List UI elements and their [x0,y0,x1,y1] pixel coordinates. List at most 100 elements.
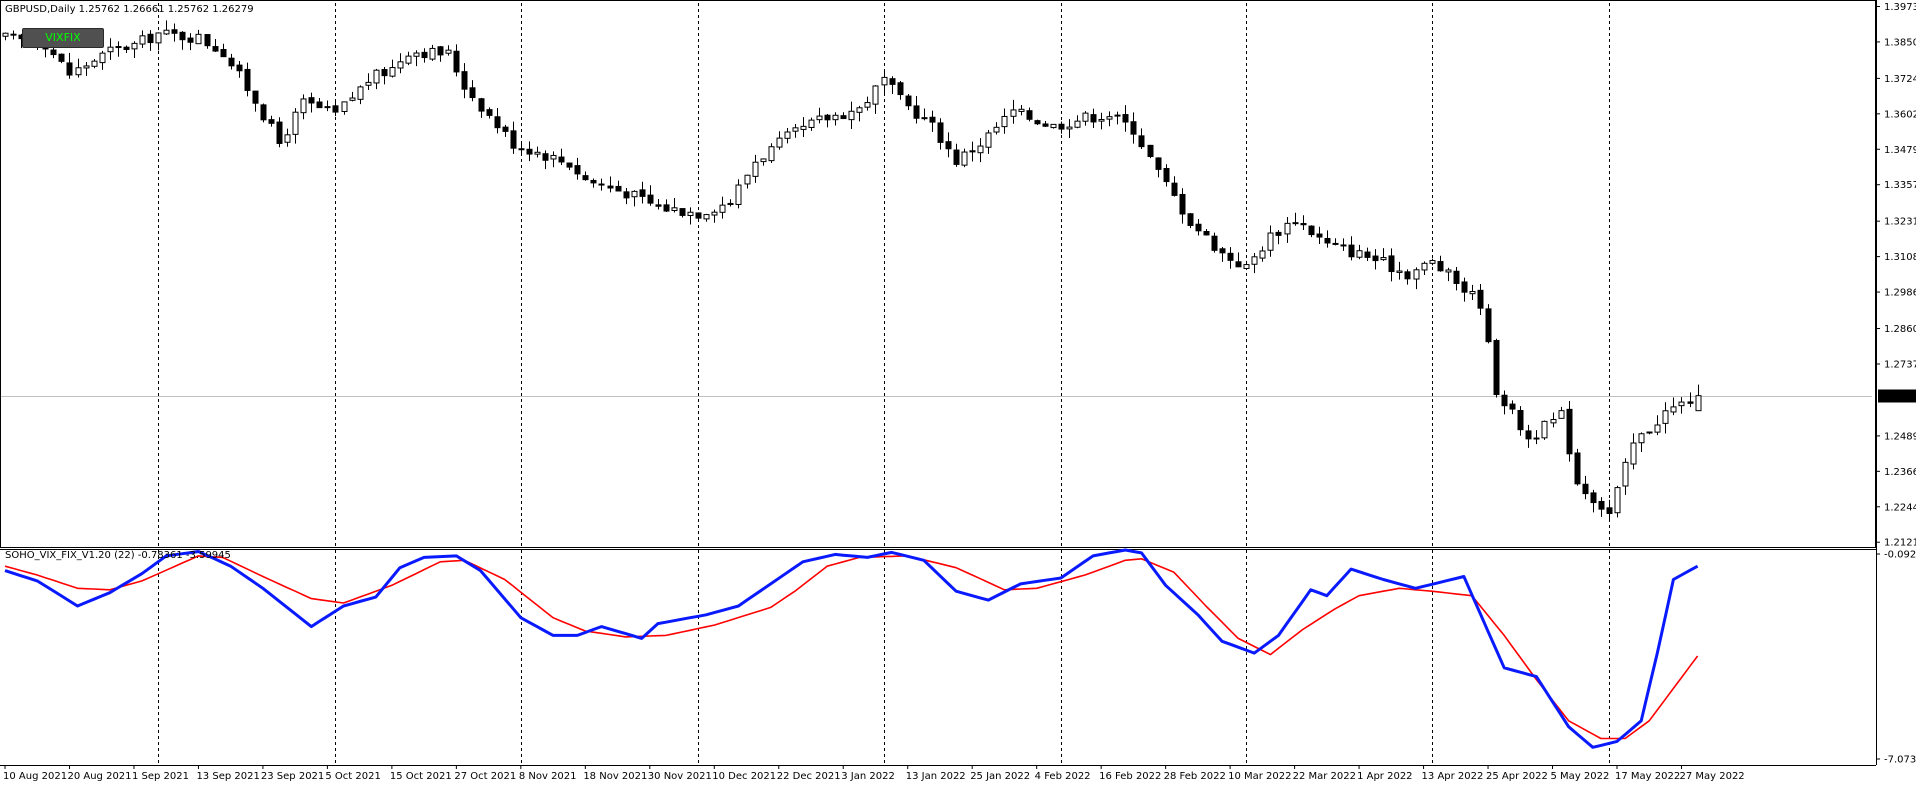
candle-body-95 [768,146,775,162]
candle-body-8 [66,62,73,76]
candle-body-117 [945,141,952,150]
price-tick-label-8: 1.29860 [1884,288,1916,299]
candle-body-208 [1678,401,1685,407]
time-tick-label-11: 10 Dec 2021 [712,771,776,782]
candle-body-65 [526,148,533,155]
candle-body-21 [171,29,178,34]
candle-body-205 [1654,424,1661,433]
candle-body-29 [236,64,243,72]
time-tick-label-5: 5 Oct 2021 [325,771,380,782]
candle-body-153 [1235,261,1242,268]
candle-body-41 [332,105,339,113]
candle-body-209 [1687,401,1694,404]
candle-body-39 [316,101,323,109]
candle-body-171 [1380,257,1387,261]
candle-body-36 [292,111,299,135]
time-tick-label-24: 5 May 2022 [1551,771,1610,782]
candle-body-68 [550,154,557,160]
candle-body-0 [2,32,9,37]
candle-body-6 [50,49,57,56]
candle-body-97 [784,131,791,139]
candle-142 [1147,144,1154,159]
candle-body-56 [453,50,460,73]
ind-tick-label-0: -0.09237 [1884,550,1916,561]
indicator-header-text: SOHO_VIX_FIX_V1.20 (22) -0.78361 -3.5994… [5,550,231,561]
price-tick-label-9: 1.28600 [1884,324,1916,335]
candle-body-174 [1404,271,1411,280]
candle-body-185 [1493,340,1500,395]
candle-body-77 [623,191,630,199]
candle-body-64 [518,148,525,151]
candle-body-60 [486,109,493,116]
candle-body-120 [969,150,976,153]
vixfix-button[interactable]: VIXFIX [22,28,104,48]
candle-body-132 [1066,126,1073,130]
price-tick-label-11: 1.24890 [1884,431,1916,442]
candle-body-191 [1541,420,1548,439]
candle-body-133 [1074,120,1081,128]
candle-body-141 [1138,135,1145,148]
candle-body-161 [1300,223,1307,226]
candle-body-59 [478,98,485,112]
price-tick-label-1: 1.38505 [1884,37,1916,48]
candle-body-193 [1558,410,1565,419]
candle-body-105 [848,110,855,121]
candle-body-12 [99,52,106,64]
time-tick-label-19: 10 Mar 2022 [1228,771,1291,782]
candle-body-10 [83,65,90,69]
candle-body-9 [75,67,82,76]
candle-body-187 [1509,403,1516,410]
candle-body-85 [687,211,694,216]
candle-body-66 [534,151,541,155]
candle-body-109 [881,76,888,86]
candle-body-99 [800,125,807,130]
candle-body-183 [1477,289,1484,309]
candle-body-98 [792,127,799,132]
candle-body-50 [405,55,412,64]
candle-body-146 [1179,193,1186,215]
candle-body-147 [1187,213,1194,226]
price-tick-label-2: 1.37245 [1884,74,1916,85]
candle-body-168 [1356,250,1363,258]
candle-body-84 [679,208,686,216]
candle-body-15 [123,46,130,51]
time-tick-label-16: 4 Feb 2022 [1035,771,1091,782]
candle-body-102 [824,114,831,121]
price-tick-label-3: 1.36020 [1884,109,1916,120]
candle-body-210 [1695,395,1702,412]
candle-body-160 [1292,222,1299,225]
candle-body-37 [300,98,307,114]
candle-body-35 [284,134,291,143]
candle-body-123 [993,126,1000,133]
candle-191 [1541,420,1548,440]
candle-194 [1566,401,1573,462]
candle-body-172 [1388,255,1395,273]
candle-body-87 [703,214,710,220]
price-tick-label-0: 1.39730 [1884,2,1916,13]
candle-body-156 [1259,250,1266,259]
candle-body-46 [373,69,380,84]
candle-body-96 [776,137,783,148]
candle-body-112 [905,95,912,107]
candle-body-91 [735,184,742,205]
candle-body-118 [953,149,960,165]
candle-body-195 [1574,452,1581,485]
time-tick-label-22: 13 Apr 2022 [1422,771,1484,782]
candle-body-72 [582,175,589,181]
candle-body-61 [494,116,501,129]
candle-body-83 [671,207,678,212]
candle-body-178 [1437,261,1444,272]
time-tick-label-21: 1 Apr 2022 [1357,771,1412,782]
candle-body-203 [1638,433,1645,444]
candle-body-152 [1227,252,1234,261]
candle-body-113 [913,105,920,119]
candle-body-130 [1050,123,1057,129]
candle-body-1 [10,33,17,36]
candle-body-108 [872,85,879,105]
candle-body-69 [558,156,565,163]
candle-body-52 [421,51,428,59]
candle-body-125 [1010,109,1017,117]
candle-body-204 [1646,431,1653,434]
candle-body-166 [1340,244,1347,247]
candle-body-14 [115,46,122,49]
